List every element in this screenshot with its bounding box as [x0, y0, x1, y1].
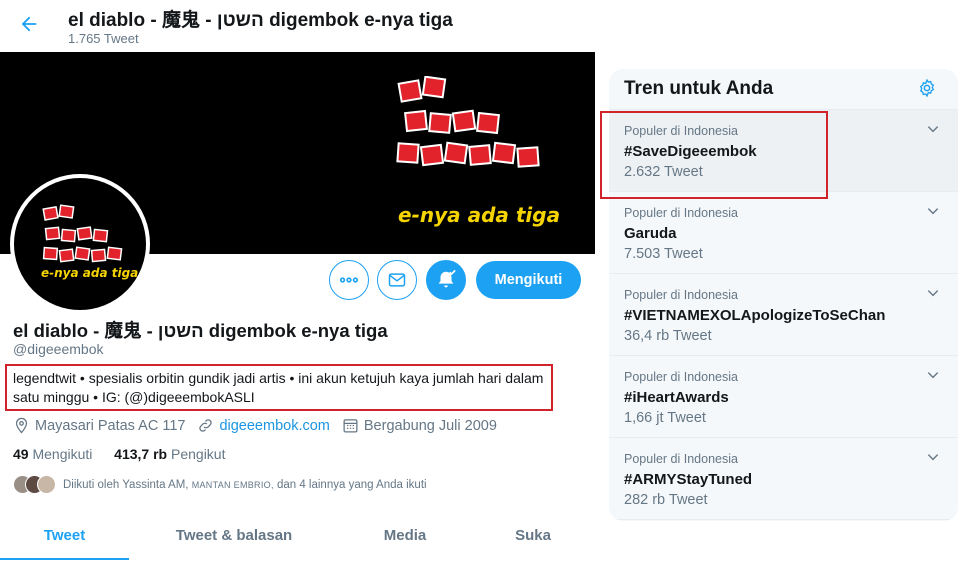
followed-by-caps: MANTAN EMBRIO,: [191, 479, 274, 490]
tab-media[interactable]: Media: [339, 510, 471, 560]
chevron-down-icon[interactable]: [926, 122, 940, 136]
following-count: 49: [13, 446, 29, 462]
trend-item[interactable]: Populer di Indonesia #iHeartAwards 1,66 …: [609, 356, 958, 438]
notifications-button[interactable]: [426, 260, 466, 300]
profile-tabs: Tweet Tweet & balasan Media Suka: [0, 510, 595, 560]
follow-counts: 49 Mengikuti 413,7 rb Pengikut: [13, 446, 225, 462]
arrow-left-icon: [21, 16, 37, 32]
trend-context: Populer di Indonesia: [624, 370, 738, 384]
bell-check-icon: [438, 269, 456, 288]
followed-by[interactable]: Diikuti oleh Yassinta AM, MANTAN EMBRIO,…: [13, 475, 427, 494]
banner-logo: e-nya ada tiga: [396, 75, 561, 227]
location-text: Mayasari Patas AC 117: [35, 417, 186, 434]
back-button[interactable]: [14, 9, 44, 39]
gear-icon[interactable]: [917, 78, 937, 98]
trend-count: 1,66 jt Tweet: [624, 410, 706, 426]
following-label: Mengikuti: [32, 446, 93, 462]
profile-bio: legendtwit • spesialis orbitin gundik ja…: [13, 370, 544, 405]
chevron-down-icon[interactable]: [926, 368, 940, 382]
logo-blocks-graphic: [396, 75, 540, 168]
more-dots-icon: [339, 277, 359, 283]
tab-tweet-replies[interactable]: Tweet & balasan: [129, 510, 339, 560]
tab-tweet[interactable]: Tweet: [0, 510, 129, 560]
trend-highlight-box: [600, 111, 828, 199]
link-icon: [199, 419, 213, 432]
avatar[interactable]: e-nya ada tiga: [10, 174, 150, 314]
trend-context: Populer di Indonesia: [624, 288, 738, 302]
website-link[interactable]: digeeembok.com: [219, 418, 329, 434]
trend-item[interactable]: Populer di Indonesia #VIETNAMEXOLApologi…: [609, 274, 958, 356]
followers-label: Pengikut: [171, 446, 226, 462]
message-button[interactable]: [377, 260, 417, 300]
banner-tagline: e-nya ada tiga: [398, 203, 561, 227]
profile-header: el diablo - 魔鬼 - השטן digembok e-nya tig…: [0, 0, 595, 52]
trend-name: #ARMYStayTuned: [624, 471, 753, 488]
trend-name: Garuda: [624, 225, 677, 242]
trend-count: 7.503 Tweet: [624, 246, 703, 262]
followed-by-suffix: dan 4 lainnya yang Anda ikuti: [276, 478, 427, 491]
following-stat[interactable]: 49 Mengikuti: [13, 446, 92, 462]
header-tweet-count: 1.765 Tweet: [68, 31, 139, 46]
chevron-down-icon[interactable]: [926, 450, 940, 464]
followed-by-text: Diikuti oleh Yassinta AM, MANTAN EMBRIO,…: [63, 479, 427, 491]
calendar-icon: [343, 419, 358, 433]
trends-title: Tren untuk Anda: [624, 78, 774, 99]
header-title: el diablo - 魔鬼 - השטן digembok e-nya tig…: [68, 10, 453, 31]
trend-context: Populer di Indonesia: [624, 206, 738, 220]
trend-count: 36,4 rb Tweet: [624, 328, 712, 344]
joined-item: Bergabung Juli 2009: [342, 417, 497, 434]
envelope-icon: [388, 273, 406, 287]
tab-likes[interactable]: Suka: [471, 510, 595, 560]
profile-handle: @digeeembok: [13, 341, 104, 357]
location-pin-icon: [15, 417, 28, 434]
avatar-tagline: e-nya ada tiga: [41, 266, 139, 280]
location-item: Mayasari Patas AC 117: [13, 417, 185, 434]
trend-count: 282 rb Tweet: [624, 492, 708, 508]
trend-name: #VIETNAMEXOLApologizeToSeChan: [624, 307, 886, 324]
following-button[interactable]: Mengikuti: [476, 261, 581, 299]
trend-context: Populer di Indonesia: [624, 452, 738, 466]
trends-header: Tren untuk Anda: [609, 69, 958, 110]
joined-text: Bergabung Juli 2009: [363, 417, 497, 434]
website-item[interactable]: digeeembok.com: [197, 417, 330, 434]
profile-name: el diablo - 魔鬼 - השטן digembok e-nya tig…: [13, 320, 388, 341]
trend-name: #iHeartAwards: [624, 389, 729, 406]
followers-count: 413,7 rb: [114, 446, 168, 462]
chevron-down-icon[interactable]: [926, 204, 940, 218]
trend-item[interactable]: Populer di Indonesia #ARMYStayTuned 282 …: [609, 438, 958, 520]
followed-by-prefix: Diikuti oleh Yassinta AM,: [63, 478, 189, 491]
more-button[interactable]: [329, 260, 369, 300]
avatar-logo-graphic: [42, 204, 123, 263]
mutual-avatar: [37, 475, 56, 494]
profile-meta: Mayasari Patas AC 117 digeeembok.com Ber…: [13, 417, 509, 434]
trend-item[interactable]: Populer di Indonesia Garuda 7.503 Tweet: [609, 192, 958, 274]
followers-stat[interactable]: 413,7 rb Pengikut: [114, 446, 225, 462]
chevron-down-icon[interactable]: [926, 286, 940, 300]
